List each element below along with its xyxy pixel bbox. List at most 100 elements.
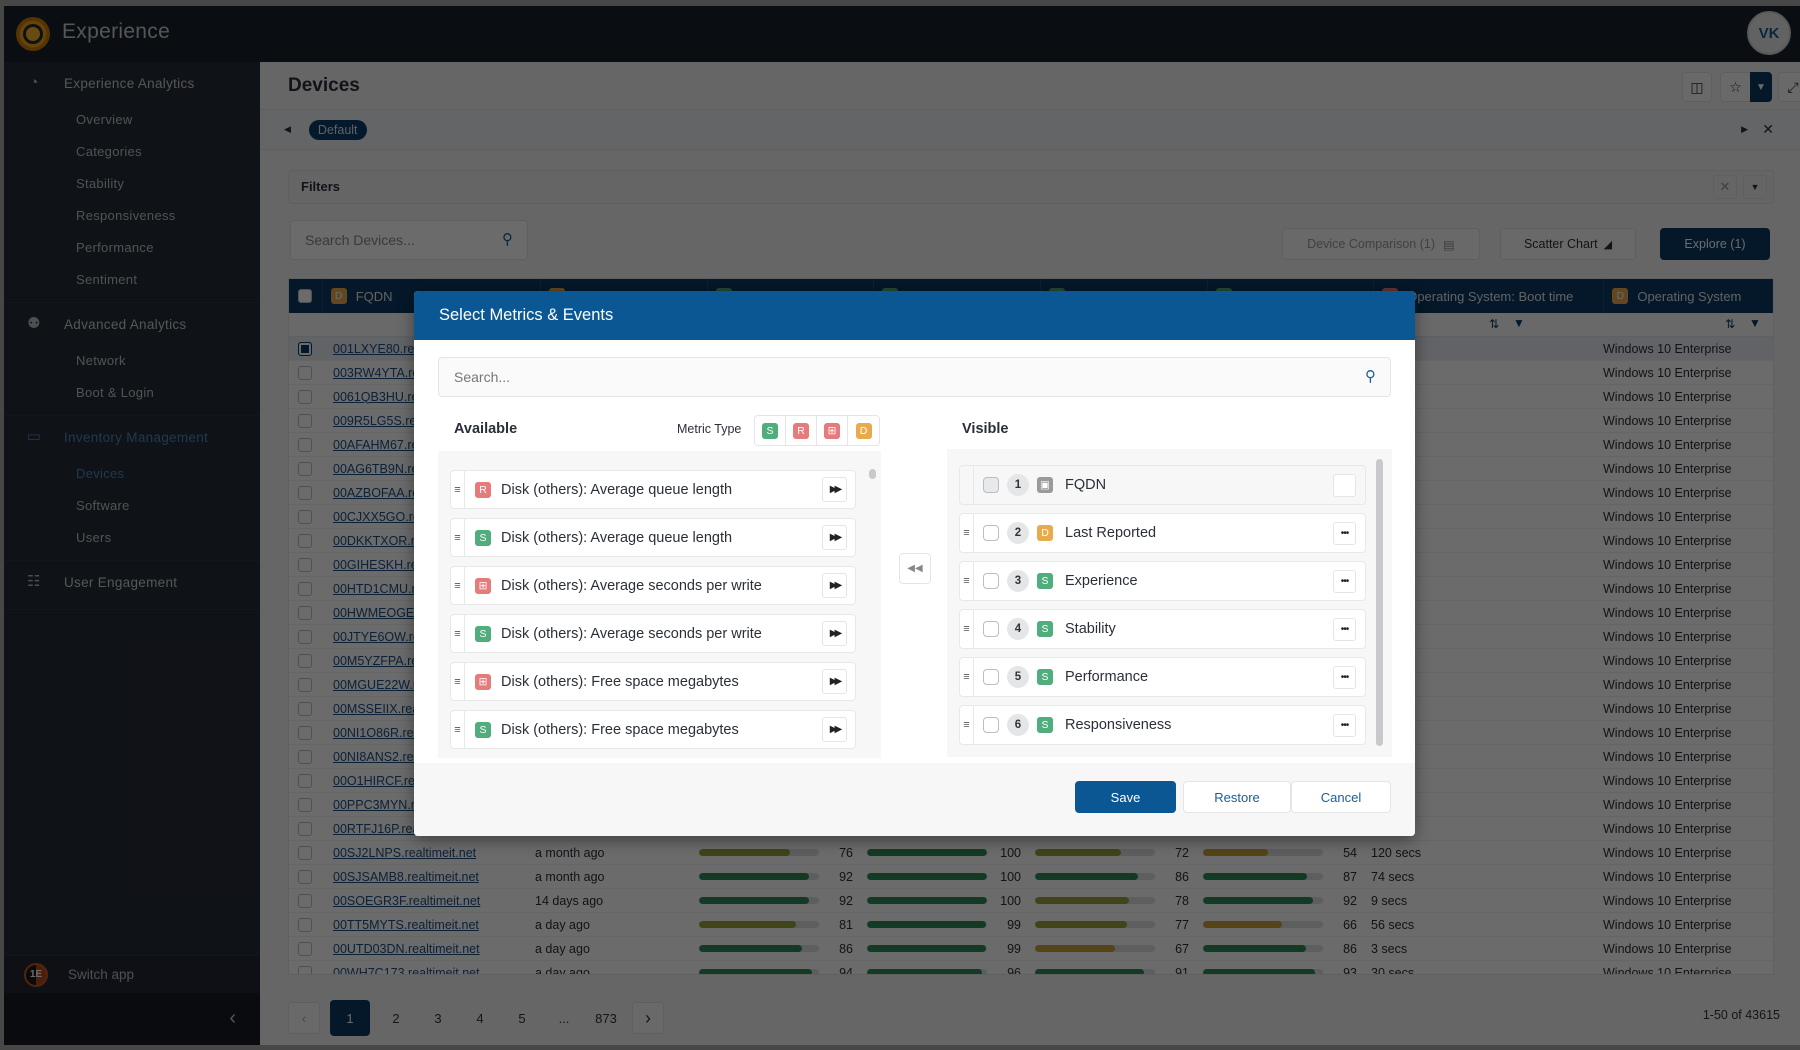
type-badge-s: S <box>475 625 491 642</box>
visible-metric-checkbox[interactable] <box>983 717 999 733</box>
type-badge-d: D <box>1037 525 1053 541</box>
available-list-scrollbar[interactable] <box>869 469 876 479</box>
restore-button[interactable]: Restore <box>1183 781 1291 813</box>
more-options-button[interactable]: ••• <box>1333 666 1356 689</box>
type-badge-s: S <box>1037 621 1053 637</box>
save-button[interactable]: Save <box>1075 781 1176 813</box>
add-metric-button[interactable]: ▶▶ <box>822 621 847 646</box>
metrics-search-placeholder: Search... <box>454 369 511 385</box>
visible-metric-checkbox[interactable] <box>983 621 999 637</box>
visible-metric-item[interactable]: ≡ 5 S Performance ••• <box>959 657 1366 697</box>
visible-title: Visible <box>962 421 1009 437</box>
double-chevron-right-icon: ▶▶ <box>829 628 843 639</box>
move-all-left-button[interactable]: ◀◀ <box>899 553 931 584</box>
drag-handle-icon[interactable]: ≡ <box>451 615 465 652</box>
drag-handle-icon[interactable]: ≡ <box>451 567 465 604</box>
visible-list-scrollbar[interactable] <box>1376 459 1383 746</box>
visible-metric-item[interactable]: ≡ 3 S Experience ••• <box>959 561 1366 601</box>
visible-metric-checkbox[interactable] <box>983 573 999 589</box>
visible-metric-item[interactable]: ≡ 4 S Stability ••• <box>959 609 1366 649</box>
visible-metric-item[interactable]: ≡ 6 S Responsiveness ••• <box>959 705 1366 745</box>
type-badge-s: S <box>1037 717 1053 733</box>
drag-handle-icon[interactable]: ≡ <box>451 663 465 700</box>
available-metric-item[interactable]: ≡ ⊞ Disk (others): Free space megabytes ▶▶ <box>450 662 856 701</box>
double-chevron-right-icon: ▶▶ <box>829 484 843 495</box>
drag-handle-icon[interactable]: ≡ <box>960 706 974 744</box>
cancel-button[interactable]: Cancel <box>1291 781 1391 813</box>
available-metric-item[interactable]: ≡ S Disk (others): Average queue length ▶▶ <box>450 518 856 557</box>
add-metric-button[interactable]: ▶▶ <box>822 717 847 742</box>
ellipsis-icon: ••• <box>1340 576 1349 587</box>
type-badge-s: S <box>1037 669 1053 685</box>
visible-list: 1 ▣ FQDN ≡ 2 D Last Reported ••• ≡ 3 S Experience ••… <box>947 449 1392 757</box>
order-number: 3 <box>1007 570 1029 592</box>
visible-metric-label: Responsiveness <box>1065 717 1172 733</box>
metric-type-toggle-s[interactable]: S <box>755 416 786 445</box>
type-badge-s: S <box>475 721 491 738</box>
visible-metric-label: Performance <box>1065 669 1149 685</box>
order-number: 6 <box>1007 714 1029 736</box>
more-options-button[interactable]: ••• <box>1333 570 1356 593</box>
metrics-search-input[interactable]: Search... ⚲ <box>438 357 1391 397</box>
visible-metric-checkbox <box>983 477 999 493</box>
metric-type-toggle-w[interactable]: ⊞ <box>817 416 848 445</box>
visible-metric-checkbox[interactable] <box>983 525 999 541</box>
available-metric-item[interactable]: ≡ S Disk (others): Average seconds per wri… <box>450 614 856 653</box>
ellipsis-icon: ••• <box>1340 528 1349 539</box>
drag-handle-icon[interactable]: ≡ <box>960 610 974 648</box>
drag-handle-icon[interactable]: ≡ <box>960 658 974 696</box>
order-number: 2 <box>1007 522 1029 544</box>
metric-type-label: Metric Type <box>677 422 742 436</box>
metric-type-filter: S R ⊞ D <box>754 415 880 446</box>
metric-type-toggle-d[interactable]: D <box>848 416 879 445</box>
available-metric-label: Disk (others): Average queue length <box>501 481 733 498</box>
more-options-button[interactable]: ••• <box>1333 522 1356 545</box>
double-chevron-right-icon: ▶▶ <box>829 676 843 687</box>
type-badge-r: R <box>475 481 491 498</box>
windows-type-badge: ⊞ <box>824 422 840 439</box>
add-metric-button[interactable]: ▶▶ <box>822 477 847 502</box>
visible-metric-label: Stability <box>1065 621 1116 637</box>
drag-handle-icon[interactable]: ≡ <box>960 562 974 600</box>
visible-metric-checkbox[interactable] <box>983 669 999 685</box>
visible-metric-label: Last Reported <box>1065 525 1157 541</box>
metric-type-toggle-r[interactable]: R <box>786 416 817 445</box>
drag-handle-icon[interactable]: ≡ <box>451 711 465 748</box>
add-metric-button[interactable]: ▶▶ <box>822 669 847 694</box>
drag-handle-icon[interactable]: ≡ <box>960 514 974 552</box>
windows-type-badge: ⊞ <box>475 577 491 594</box>
more-options-button[interactable]: ••• <box>1333 714 1356 737</box>
drag-handle-icon <box>960 466 974 504</box>
add-metric-button[interactable]: ▶▶ <box>822 525 847 550</box>
type-badge-s: S <box>1037 573 1053 589</box>
ellipsis-icon: ••• <box>1340 624 1349 635</box>
order-number: 5 <box>1007 666 1029 688</box>
available-metric-label: Disk (others): Average seconds per write <box>501 625 762 642</box>
available-metric-item[interactable]: ≡ ⊞ Disk (others): Average seconds per wri… <box>450 566 856 605</box>
available-metric-item[interactable]: ≡ R Disk (others): Average queue length ▶▶ <box>450 470 856 509</box>
available-metric-label: Disk (others): Free space megabytes <box>501 721 739 738</box>
type-badge-d: D <box>855 422 872 439</box>
windows-type-badge: ⊞ <box>475 673 491 690</box>
drag-handle-icon[interactable]: ≡ <box>451 471 465 508</box>
type-badge-s: S <box>475 529 491 546</box>
modal-footer: Save Restore Cancel <box>414 763 1415 836</box>
drag-handle-icon[interactable]: ≡ <box>451 519 465 556</box>
modal-title: Select Metrics & Events <box>414 291 1415 340</box>
visible-metric-item[interactable]: ≡ 2 D Last Reported ••• <box>959 513 1366 553</box>
lock-icon: ▣ <box>1037 477 1053 493</box>
type-badge-r: R <box>793 422 809 439</box>
order-number: 4 <box>1007 618 1029 640</box>
double-chevron-right-icon: ▶▶ <box>829 580 843 591</box>
available-list: ≡ R Disk (others): Average queue length ▶▶ ≡… <box>438 451 881 758</box>
ellipsis-icon: ••• <box>1340 720 1349 731</box>
more-options-button[interactable]: ••• <box>1333 618 1356 641</box>
add-metric-button[interactable]: ▶▶ <box>822 573 847 598</box>
available-metric-item[interactable]: ≡ S Disk (others): Free space megabytes ▶▶ <box>450 710 856 749</box>
search-icon[interactable]: ⚲ <box>1365 358 1376 396</box>
available-metric-label: Disk (others): Average queue length <box>501 529 733 546</box>
ellipsis-icon: ••• <box>1340 672 1349 683</box>
double-chevron-right-icon: ▶▶ <box>829 532 843 543</box>
visible-metric-item[interactable]: 1 ▣ FQDN <box>959 465 1366 505</box>
visible-metric-label: FQDN <box>1065 477 1107 493</box>
